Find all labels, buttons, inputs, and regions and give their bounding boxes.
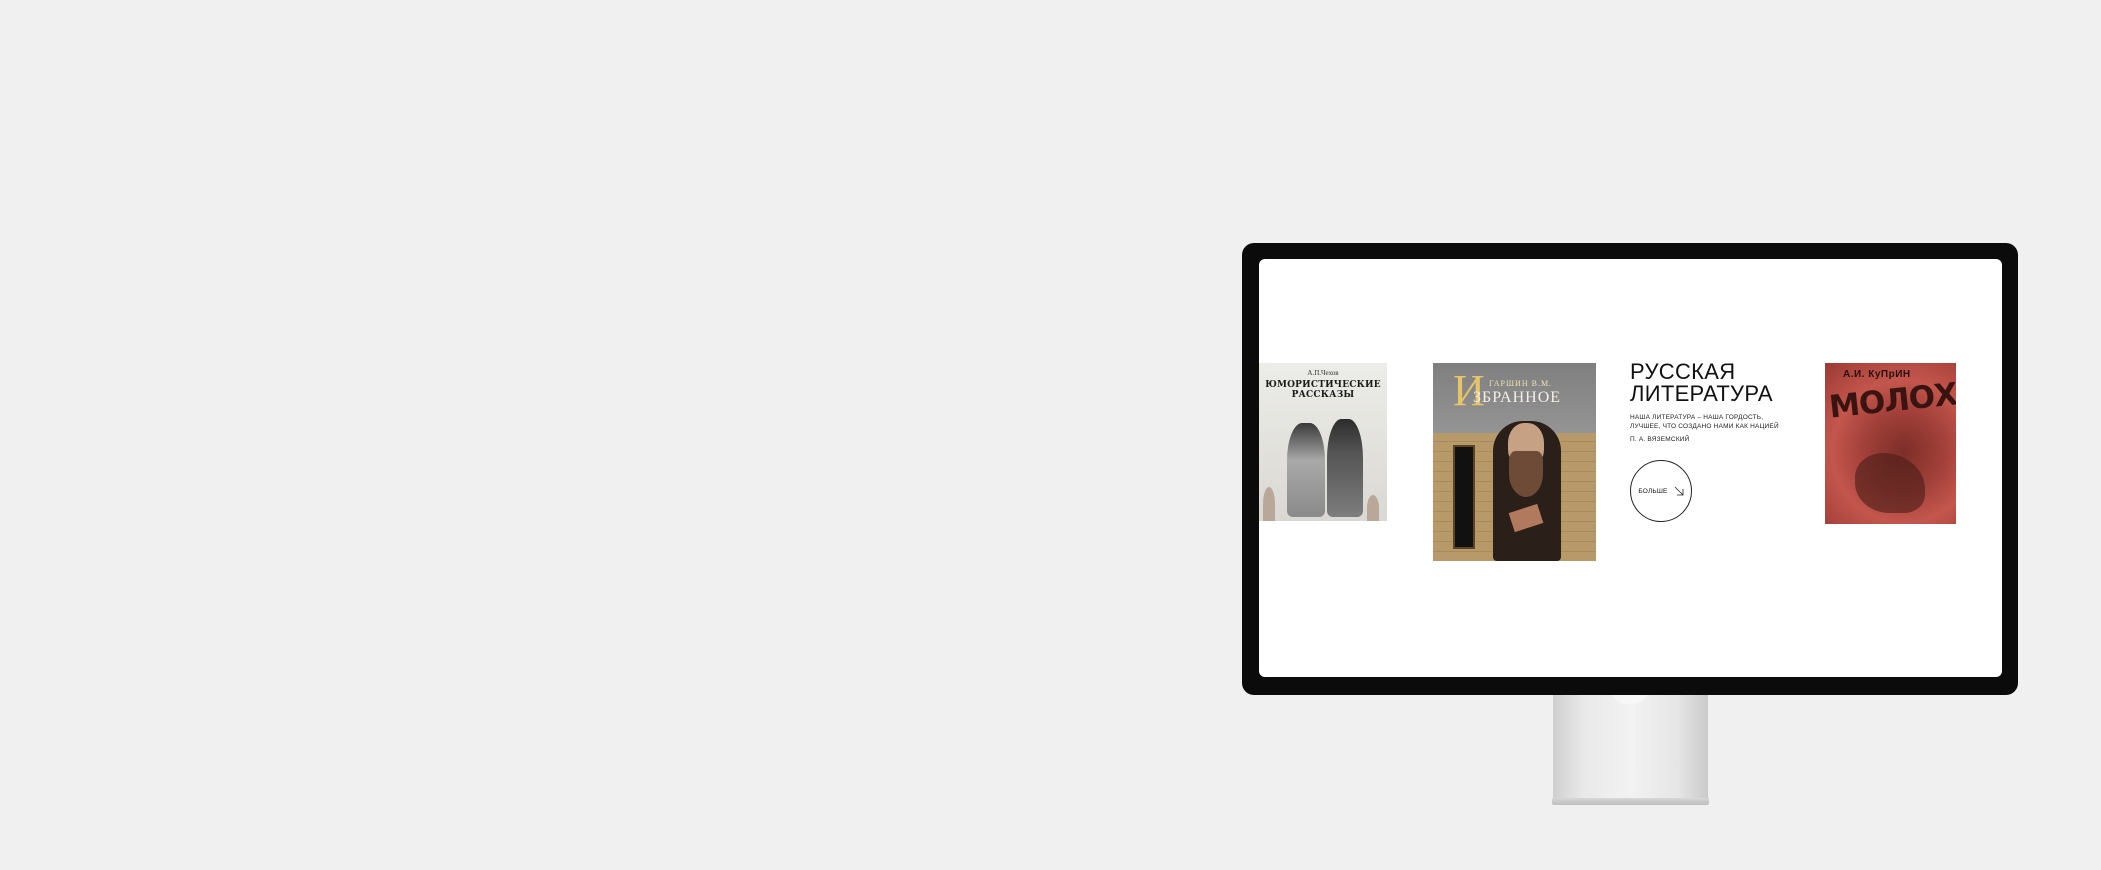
book-author: ГАРШИН В.М. xyxy=(1489,379,1553,388)
cover-illustration-dome xyxy=(1367,495,1379,521)
hero-quote-line: ЛУЧШЕЕ, ЧТО СОЗДАНО НАМИ КАК НАЦИЕЙ xyxy=(1630,423,1779,430)
book-title-line: ЮМОРИСТИЧЕСКИЕ xyxy=(1265,380,1381,390)
book-cover-chekhov[interactable]: А.П.Чехов ЮМОРИСТИЧЕСКИЕ РАССКАЗЫ xyxy=(1259,363,1387,521)
more-button[interactable]: БОЛЬШЕ xyxy=(1630,460,1692,522)
book-author: А.И. КуПрИН xyxy=(1843,369,1911,380)
hero-title: РУССКАЯ ЛИТЕРАТУРА xyxy=(1630,361,1820,405)
cover-illustration-window xyxy=(1453,445,1475,549)
book-title: ЮМОРИСТИЧЕСКИЕ РАССКАЗЫ xyxy=(1263,380,1383,400)
book-cover-garshin[interactable]: И ГАРШИН В.М. ЗБРАННОЕ xyxy=(1433,363,1596,561)
stage: А.П.Чехов ЮМОРИСТИЧЕСКИЕ РАССКАЗЫ И ГАРШ… xyxy=(0,0,2101,870)
book-title-line: РАССКАЗЫ xyxy=(1291,390,1355,400)
monitor-stand-base xyxy=(1552,798,1709,805)
cover-illustration-figure xyxy=(1327,419,1363,517)
cover-illustration-dome xyxy=(1263,487,1275,521)
hero-block: РУССКАЯ ЛИТЕРАТУРА НАША ЛИТЕРАТУРА – НАШ… xyxy=(1630,361,1820,522)
cover-illustration-beard xyxy=(1509,451,1543,497)
cover-illustration-shape xyxy=(1855,453,1925,513)
monitor-stand xyxy=(1553,690,1708,802)
book-title: МОЛОХ xyxy=(1827,376,1956,426)
book-title: ЗБРАННОЕ xyxy=(1473,389,1562,406)
book-cover-kuprin[interactable]: А.И. КуПрИН МОЛОХ xyxy=(1825,363,1956,524)
arrow-down-right-icon xyxy=(1674,486,1684,496)
cover-illustration-figure xyxy=(1287,423,1325,517)
more-button-label: БОЛЬШЕ xyxy=(1638,487,1668,495)
hero-title-line: ЛИТЕРАТУРА xyxy=(1630,381,1773,406)
hero-attribution: П. А. ВЯЗЕМСКИЙ xyxy=(1630,436,1690,443)
monitor-screen: А.П.Чехов ЮМОРИСТИЧЕСКИЕ РАССКАЗЫ И ГАРШ… xyxy=(1259,259,2002,677)
hero-quote: НАША ЛИТЕРАТУРА – НАША ГОРДОСТЬ, ЛУЧШЕЕ,… xyxy=(1630,413,1820,431)
hero-quote-line: НАША ЛИТЕРАТУРА – НАША ГОРДОСТЬ, xyxy=(1630,414,1764,421)
book-author: А.П.Чехов xyxy=(1307,369,1339,377)
